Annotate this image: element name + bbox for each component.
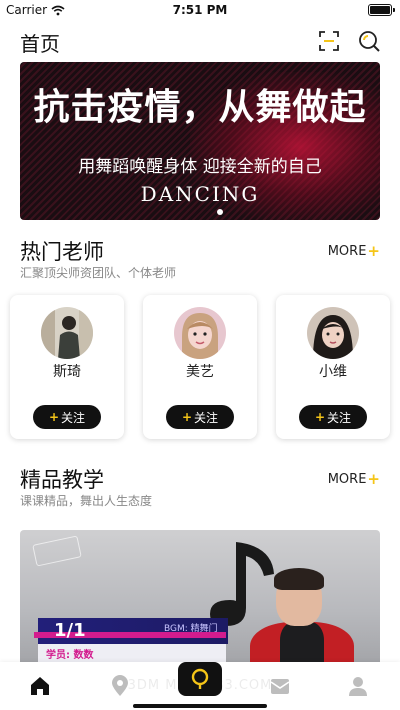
- location-icon[interactable]: [102, 668, 138, 704]
- courses-section-header: 精品教学 课课精品，舞出人生态度 MORE +: [20, 464, 380, 508]
- course-card[interactable]: 1/1 BGM: 精舞门 学员: 数数: [20, 530, 380, 665]
- status-bar: Carrier 7:51 PM: [0, 0, 400, 22]
- teacher-name: 美艺: [186, 364, 214, 380]
- avatar: [174, 307, 226, 359]
- plus-icon: +: [48, 410, 60, 424]
- banner-title: 抗击疫情，从舞做起: [33, 87, 367, 128]
- follow-button[interactable]: + 关注: [299, 405, 367, 429]
- banner-subtitle: 用舞蹈唤醒身体 迎接全新的自己: [78, 157, 322, 177]
- teachers-more-button[interactable]: MORE +: [328, 242, 380, 260]
- teachers-section-header: 热门老师 汇聚顶尖师资团队、个体老师 MORE +: [20, 236, 380, 280]
- more-label: MORE: [327, 243, 367, 259]
- follow-button[interactable]: + 关注: [33, 405, 101, 429]
- home-icon[interactable]: [22, 668, 58, 704]
- plus-icon: +: [367, 470, 380, 488]
- home-indicator: [133, 704, 267, 708]
- section-title: 热门老师: [20, 240, 104, 264]
- message-icon[interactable]: [262, 668, 298, 704]
- teacher-name: 小维: [319, 364, 347, 380]
- bottom-tab-bar: 3DM MX55883.COM: [0, 662, 400, 710]
- courses-more-button[interactable]: MORE +: [328, 470, 380, 488]
- section-description: 汇聚顶尖师资团队、个体老师: [20, 266, 177, 280]
- course-instructor-figure: [250, 568, 354, 665]
- banner-page-indicator: [217, 209, 223, 215]
- scan-icon[interactable]: [316, 28, 342, 54]
- plus-icon: +: [367, 242, 380, 260]
- teacher-name: 斯琦: [53, 364, 81, 380]
- page-title: 首页: [20, 32, 60, 56]
- follow-button[interactable]: + 关注: [166, 405, 234, 429]
- plus-icon: +: [314, 410, 326, 424]
- follow-label: 关注: [327, 410, 352, 425]
- avatar: [41, 307, 93, 359]
- section-description: 课课精品，舞出人生态度: [20, 494, 153, 508]
- follow-label: 关注: [194, 410, 219, 425]
- teacher-list: 斯琦 + 关注 美艺 + 关注 小维 + 关注: [10, 295, 390, 441]
- section-title: 精品教学: [20, 468, 104, 492]
- avatar: [307, 307, 359, 359]
- top-nav: 首页: [0, 24, 400, 60]
- teacher-card[interactable]: 美艺 + 关注: [143, 295, 257, 439]
- logo-watermark-icon: [32, 535, 82, 567]
- course-music-tag: BGM: 精舞门: [164, 624, 218, 634]
- battery-icon: [368, 4, 395, 16]
- banner-tag: DANCING: [140, 182, 260, 206]
- search-icon[interactable]: [356, 28, 382, 54]
- promo-banner[interactable]: 抗击疫情，从舞做起 用舞蹈唤醒身体 迎接全新的自己 DANCING: [20, 62, 380, 220]
- course-caption: 1/1 BGM: 精舞门 学员: 数数: [34, 618, 228, 662]
- teacher-card[interactable]: 斯琦 + 关注: [10, 295, 124, 439]
- more-label: MORE: [327, 471, 367, 487]
- discover-icon[interactable]: [178, 662, 222, 696]
- teacher-card[interactable]: 小维 + 关注: [276, 295, 390, 439]
- status-time: 7:51 PM: [172, 3, 228, 17]
- course-student: 学员: 数数: [46, 650, 94, 661]
- plus-icon: +: [181, 410, 193, 424]
- course-counter: 1/1: [54, 620, 86, 641]
- profile-icon[interactable]: [340, 668, 376, 704]
- follow-label: 关注: [61, 410, 86, 425]
